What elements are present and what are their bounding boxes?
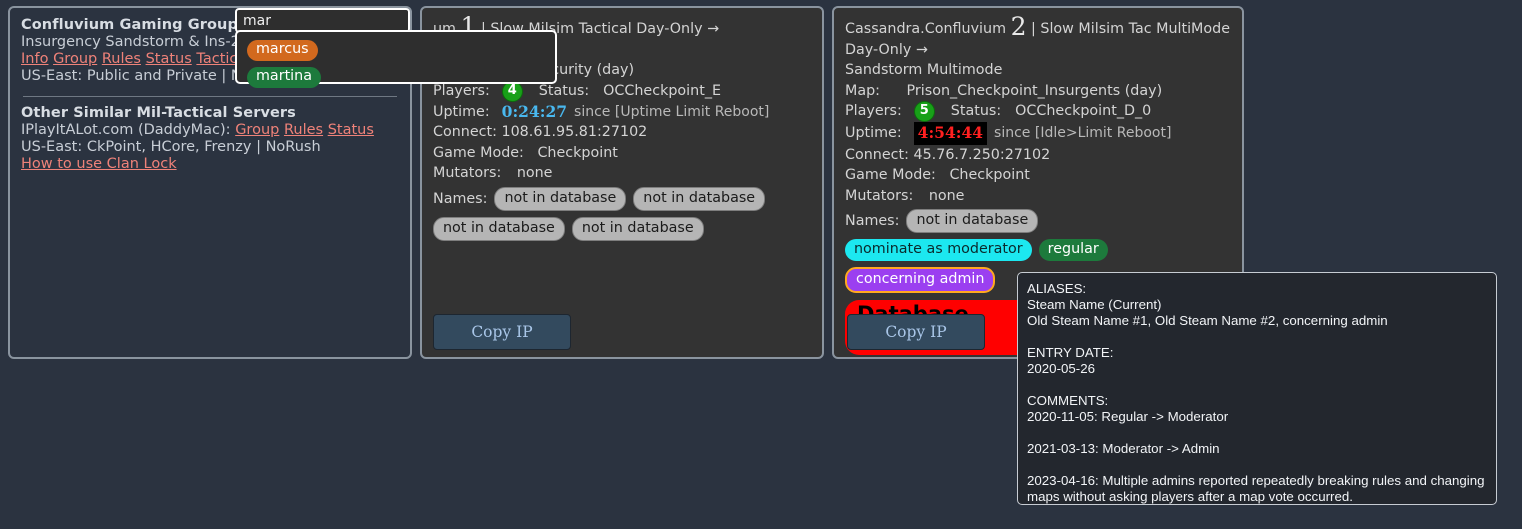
server-2-gamemode-value: Checkpoint [949,167,1030,183]
server-2-map-value: Prison_Checkpoint_Insurgents (day) [906,82,1163,99]
server-2-connect-row: Connect: 45.76.7.250:27102 [845,145,1231,166]
other-servers-title: Other Similar Mil-Tactical Servers [21,105,296,121]
link-rules[interactable]: Rules [102,51,141,67]
link-status[interactable]: Status [146,51,192,67]
server-2-number: 2 [1010,12,1027,41]
server-1-names-label: Names: [433,190,488,207]
name-tag[interactable]: not in database [906,209,1039,233]
tooltip-aliases-heading: ALIASES: [1027,281,1087,296]
server-2-mutators-label: Mutators: [845,187,914,204]
server-2-title: Cassandra.Confluvium 2 | Slow Milsim Tac… [845,14,1231,60]
server-2-status-value: OCCheckpoint_D_0 [1015,103,1152,120]
app-root: Confluvium Gaming Group Insurgency Sands… [0,0,1522,529]
server-1-connect-label: Connect: [433,124,497,140]
server-2-mutators-row: Mutators: none [845,186,1231,207]
clan-lock-link[interactable]: How to use Clan Lock [21,156,177,172]
other-link-status[interactable]: Status [328,122,374,138]
server-2-name: Cassandra.Confluvium [845,21,1007,37]
regular-tag[interactable]: regular [1038,239,1108,261]
server-2-mutators-value: none [928,187,965,204]
server-2-gamemode-label: Game Mode: [845,167,936,183]
other-region: US-East: CkPoint, HCore, Frenzy | NoRush [21,139,321,155]
server-2-status-label: Status: [950,103,1002,120]
tooltip-alias-old: Old Steam Name #1, Old Steam Name #2, co… [1027,313,1388,328]
server-2-connect-value[interactable]: 45.76.7.250:27102 [913,147,1050,163]
suggestion-martina[interactable]: martina [247,67,321,88]
server-1-gamemode-value: Checkpoint [537,144,618,161]
server-2-map-label: Map: [845,82,880,99]
link-info[interactable]: Info [21,51,48,67]
server-1-status-value: OCCheckpoint_E [603,82,721,99]
server-1-gamemode-row: Game Mode: Checkpoint [433,143,811,164]
server-2-uptime-value: 4:54:44 [913,122,988,145]
divider [23,96,397,97]
name-tag[interactable]: not in database [571,216,704,241]
server-2-gamemode-row: Game Mode: Checkpoint [845,165,1231,186]
copy-ip-button-1[interactable]: Copy IP [433,314,571,350]
server-2-names-label: Names: [845,213,900,229]
tooltip-entry-date: 2020-05-26 [1027,361,1096,376]
tooltip-comment-1: 2020-11-05: Regular -> Moderator [1027,409,1229,424]
server-2-uptime-since: since [Idle>Limit Reboot] [994,125,1172,141]
copy-ip-button-2[interactable]: Copy IP [847,314,985,350]
search-suggestions-dropdown: marcus martina [235,30,557,88]
server-1-mutators-row: Mutators: none [433,163,811,184]
suggestion-marcus[interactable]: marcus [247,40,318,61]
concerning-admin-tag[interactable]: concerning admin [845,267,996,293]
server-1-uptime-row: Uptime: 0:24:27 since [Uptime Limit Rebo… [433,102,811,123]
name-tag[interactable]: not in database [494,186,627,211]
link-group[interactable]: Group [53,51,97,67]
server-1-uptime-since: since [Uptime Limit Reboot] [574,103,770,120]
server-1-connect-value[interactable]: 108.61.95.81:27102 [501,124,647,140]
player-details-tooltip: ALIASES: Steam Name (Current) Old Steam … [1017,272,1497,505]
other-link-rules[interactable]: Rules [284,122,323,138]
server-2-uptime-label: Uptime: [845,125,902,141]
server-2-player-count-badge: 5 [913,101,935,122]
other-host-label: IPlayItALot.com (DaddyMac): [21,122,231,138]
server-1-gamemode-label: Game Mode: [433,144,524,161]
tooltip-comments-heading: COMMENTS: [1027,393,1109,408]
server-2-players-row: Players: 5 Status: OCCheckpoint_D_0 [845,101,1231,122]
tooltip-entry-date-heading: ENTRY DATE: [1027,345,1114,360]
name-tag[interactable]: not in database [433,216,565,241]
tooltip-comment-3: 2023-04-16: Multiple admins reported rep… [1027,473,1485,504]
server-2-mode-line: Sandstorm Multimode [845,62,1003,78]
tooltip-comment-2: 2021-03-13: Moderator -> Admin [1027,441,1220,456]
server-1-uptime-label: Uptime: [433,103,490,120]
server-1-names-row: Names: not in database not in database n… [433,186,811,241]
name-tag[interactable]: not in database [633,186,766,211]
server-1-mutators-label: Mutators: [433,165,502,181]
other-servers-host-row: IPlayItALot.com (DaddyMac): Group Rules … [21,122,399,139]
server-2-connect-label: Connect: [845,146,909,163]
server-1-connect-row: Connect: 108.61.95.81:27102 [433,122,811,143]
server-2-uptime-row: Uptime: 4:54:44 since [Idle>Limit Reboot… [845,122,1231,145]
other-link-group[interactable]: Group [235,122,279,138]
tooltip-alias-current: Steam Name (Current) [1027,297,1162,312]
nominate-moderator-tag[interactable]: nominate as moderator [845,239,1032,261]
server-2-players-label: Players: [845,103,902,120]
server-1-mutators-value: none [516,165,553,181]
server-2-map-row: Map: Prison_Checkpoint_Insurgents (day) [845,81,1231,102]
server-1-uptime-value: 0:24:27 [501,101,568,121]
